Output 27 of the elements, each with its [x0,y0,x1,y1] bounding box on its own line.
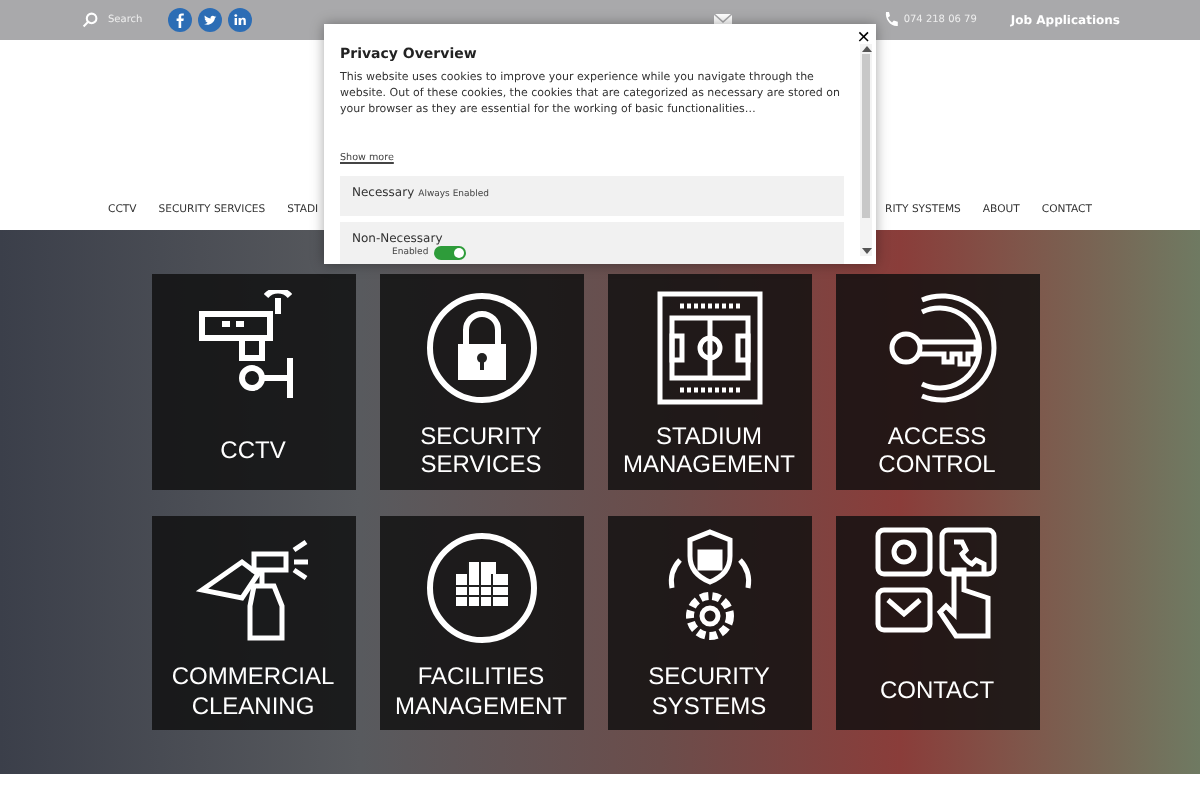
office-building-icon [423,530,539,646]
service-tile[interactable]: SECURITY SERVICES [379,274,583,490]
padlock-icon [423,289,539,405]
service-tile[interactable]: SECURITY SYSTEMS [607,516,811,730]
scroll-down-icon[interactable] [861,246,871,256]
linkedin-icon[interactable] [228,8,253,32]
tile-label: ACCESS CONTROL [878,421,996,479]
tile-label: COMMERCIAL CLEANING [171,662,335,720]
service-tile[interactable]: CONTACT [835,516,1039,730]
service-tile[interactable]: STADIUM MANAGEMENT [607,274,811,490]
football-pitch-icon [655,289,763,405]
service-tile[interactable]: ACCESS CONTROL [835,274,1039,490]
twitter-icon[interactable] [198,8,223,32]
tile-label: CONTACT [879,674,995,709]
tile-label: SECURITY SYSTEMS [648,662,770,720]
toggle-switch[interactable] [434,245,467,260]
close-button[interactable]: × [857,28,870,50]
tile-label: CCTV [220,433,286,468]
scrollbar[interactable] [860,44,872,256]
service-tile[interactable]: FACILITIES MANAGEMENT [379,516,583,730]
service-tile[interactable]: CCTV [151,274,355,490]
phone-icon [883,12,898,28]
tile-label: SECURITY SERVICES [420,421,542,479]
tile-label: STADIUM MANAGEMENT [622,421,795,479]
service-tile[interactable]: COMMERCIAL CLEANING [151,516,355,730]
facebook-icon[interactable] [168,8,193,32]
tile-label: FACILITIES MANAGEMENT [394,662,567,720]
